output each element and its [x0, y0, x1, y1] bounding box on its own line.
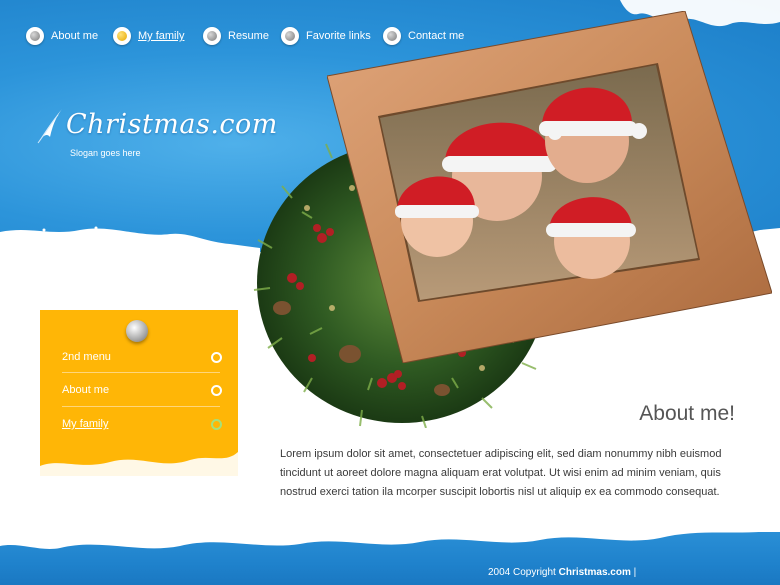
logo-title: Christmas.com — [66, 109, 278, 140]
snow-decoration-panel — [40, 452, 238, 480]
page-title: About me! — [639, 402, 735, 425]
copyright-prefix: 2004 Copyright — [488, 567, 556, 578]
copyright: 2004 Copyright Christmas.com | — [488, 567, 636, 578]
snow-decoration-footer — [0, 520, 780, 549]
page: About me My family Resume Favorite links… — [0, 0, 780, 585]
side-menu-label: My family — [62, 418, 109, 430]
about-text: Lorem ipsum dolor sit amet, consectetuer… — [280, 448, 722, 498]
circle-active-icon — [211, 418, 222, 430]
logo-slogan: Slogan goes here — [70, 148, 141, 158]
side-menu-item-about-me[interactable]: About me — [62, 375, 222, 405]
side-menu-item-2nd-menu[interactable]: 2nd menu — [62, 342, 222, 372]
feather-icon — [37, 109, 62, 144]
divider — [62, 406, 220, 407]
nav-item-resume[interactable]: Resume — [203, 25, 269, 47]
copyright-separator: | — [633, 567, 637, 578]
side-menu-label: 2nd menu — [62, 351, 111, 363]
circle-icon — [211, 351, 222, 363]
side-menu-item-my-family[interactable]: My family — [62, 409, 222, 439]
nav-label: My family — [138, 30, 185, 42]
nav-item-my-family[interactable]: My family — [113, 25, 184, 47]
nav-bullet-icon — [203, 27, 221, 45]
family-photo-frame — [327, 11, 772, 363]
pin-icon — [126, 320, 148, 342]
circle-icon — [211, 384, 222, 396]
nav-label: Resume — [228, 30, 269, 42]
side-menu-label: About me — [62, 384, 110, 396]
nav-bullet-icon — [26, 27, 44, 45]
nav-item-about-me[interactable]: About me — [26, 25, 98, 47]
nav-label: About me — [51, 30, 99, 42]
divider — [62, 372, 220, 373]
nav-bullet-icon — [281, 27, 299, 45]
copyright-site-link[interactable]: Christmas.com — [559, 567, 631, 578]
nav-bullet-active-icon — [113, 27, 131, 45]
side-menu: 2nd menu About me My family — [40, 310, 238, 480]
site-logo[interactable]: Christmas.com Slogan goes here — [34, 103, 277, 163]
